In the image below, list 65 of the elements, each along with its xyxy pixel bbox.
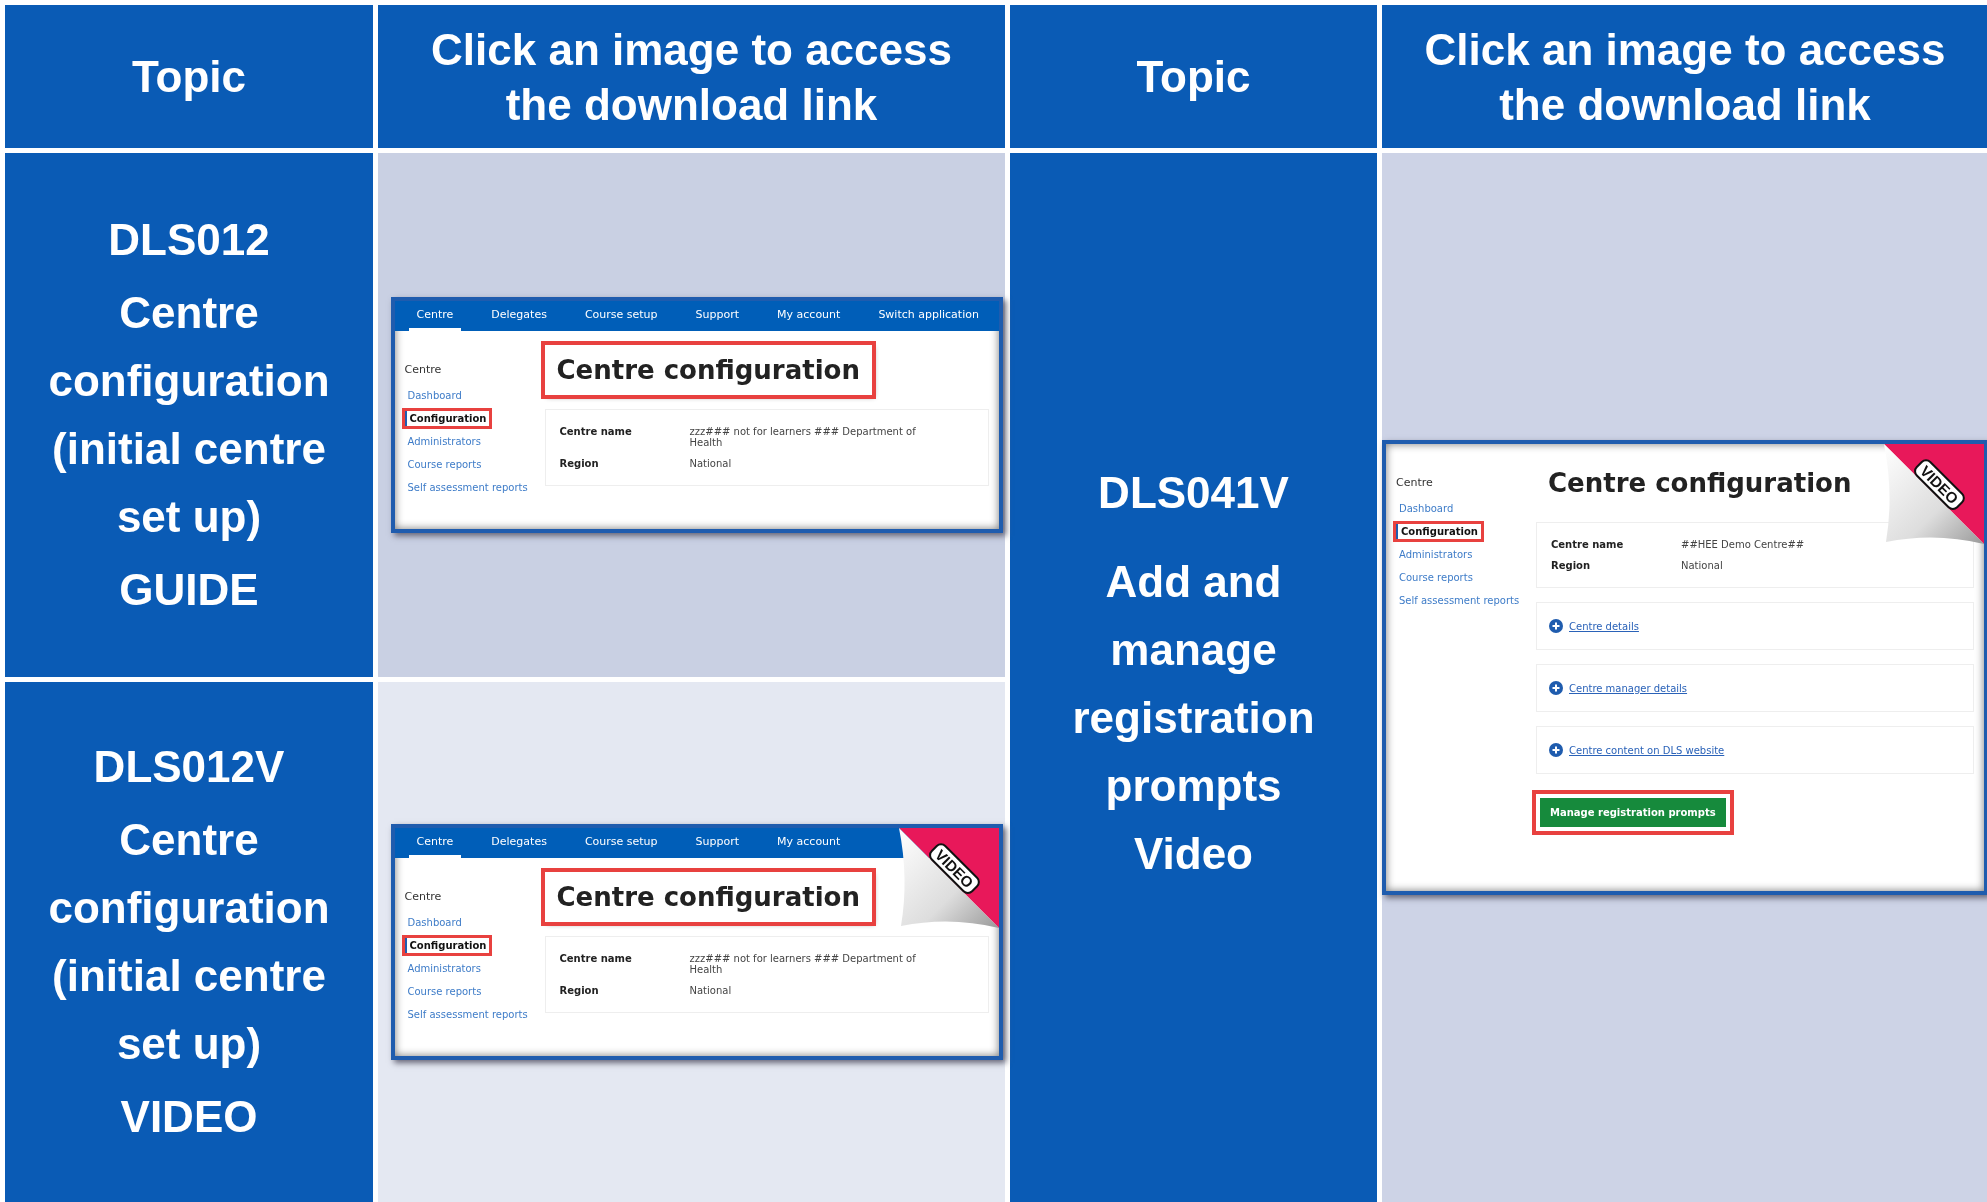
nav-tab[interactable]: My account xyxy=(769,828,849,858)
column-header: Click an image to access the download link xyxy=(1382,5,1987,148)
field-value: National xyxy=(689,985,733,996)
sidebar-heading: Centre xyxy=(404,890,443,903)
sidebar-link[interactable]: Configuration xyxy=(404,411,490,426)
expand-link[interactable]: Centre content on DLS website xyxy=(1569,744,1725,756)
sidebar-link[interactable]: Course reports xyxy=(404,457,485,472)
nav-tab[interactable]: Centre xyxy=(408,301,462,331)
sidebar-link[interactable]: Self assessment reports xyxy=(1396,593,1523,608)
nav-tab[interactable]: Centre xyxy=(408,828,462,858)
nav-tab[interactable]: Switch application xyxy=(870,301,987,331)
column-header: Click an image to access the download link xyxy=(378,5,1005,148)
sidebar-link[interactable]: Course reports xyxy=(404,984,485,999)
nav-tab[interactable]: Course setup xyxy=(576,828,666,858)
field-value: National xyxy=(689,458,733,469)
sidebar-heading: Centre xyxy=(404,363,443,376)
field-label: Centre name xyxy=(1551,539,1625,550)
nav-tab[interactable]: Course setup xyxy=(576,301,666,331)
manage-button[interactable]: Manage registration prompts xyxy=(1540,798,1726,827)
nav-tab[interactable]: Support xyxy=(687,828,748,858)
screenshot-frame[interactable] xyxy=(1382,440,1987,895)
nav-tab[interactable]: Support xyxy=(687,301,748,331)
sidebar-link[interactable]: Configuration xyxy=(404,938,490,953)
sidebar-link[interactable]: Administrators xyxy=(404,961,484,976)
column-header: Topic xyxy=(5,5,373,148)
expand-link[interactable]: Centre details xyxy=(1569,620,1639,632)
field-label: Region xyxy=(1551,560,1592,571)
sidebar-link[interactable]: Dashboard xyxy=(404,915,465,930)
field-value: zzz### not for learners ### Department of Health xyxy=(689,426,917,448)
sidebar-link[interactable]: Course reports xyxy=(1396,570,1476,585)
sidebar-link[interactable]: Dashboard xyxy=(404,388,465,403)
topic-code: DLS041V xyxy=(1098,467,1289,518)
screenshot-frame[interactable] xyxy=(390,297,1003,533)
field-value: ##HEE Demo Centre## xyxy=(1681,539,1806,550)
nav-tab[interactable]: My account xyxy=(769,301,849,331)
sidebar-link[interactable]: Configuration xyxy=(1396,524,1481,539)
screenshot-frame[interactable] xyxy=(390,824,1003,1060)
field-label: Centre name xyxy=(559,953,633,966)
nav-tab[interactable]: Delegates xyxy=(483,301,555,331)
field-label: Region xyxy=(559,458,600,469)
plus-icon xyxy=(1549,619,1563,633)
topic-code: DLS012V xyxy=(93,742,285,792)
field-label: Centre name xyxy=(559,426,633,439)
page-heading: Centre configuration xyxy=(1547,467,1853,500)
expand-link[interactable]: Centre manager details xyxy=(1569,682,1688,694)
plus-icon xyxy=(1549,743,1563,757)
sidebar-link[interactable]: Administrators xyxy=(404,434,484,449)
nav-tab[interactable]: Delegates xyxy=(483,828,555,858)
field-value: zzz### not for learners ### Department of Health xyxy=(689,953,917,975)
topic-format: VIDEO xyxy=(120,1092,258,1142)
topic-code: DLS012 xyxy=(108,215,270,265)
field-label: Region xyxy=(559,985,600,996)
column-header: Topic xyxy=(1010,5,1377,148)
sidebar-heading: Centre xyxy=(1396,476,1434,489)
plus-icon xyxy=(1549,681,1563,695)
field-value: National xyxy=(1681,560,1724,571)
sidebar-link[interactable]: Self assessment reports xyxy=(404,1007,531,1022)
topic-title: Centre configuration (initial centre set up) xyxy=(47,287,331,543)
sidebar-link[interactable]: Dashboard xyxy=(1396,501,1457,516)
topic-format: GUIDE xyxy=(119,565,259,615)
sidebar-link[interactable]: Administrators xyxy=(1396,547,1476,562)
topic-title: Centre configuration (initial centre set up) xyxy=(47,814,331,1070)
sidebar-link[interactable]: Self assessment reports xyxy=(404,480,531,495)
topic-title: Add and manage registration prompts xyxy=(1071,555,1316,812)
topic-format: Video xyxy=(1134,827,1253,880)
